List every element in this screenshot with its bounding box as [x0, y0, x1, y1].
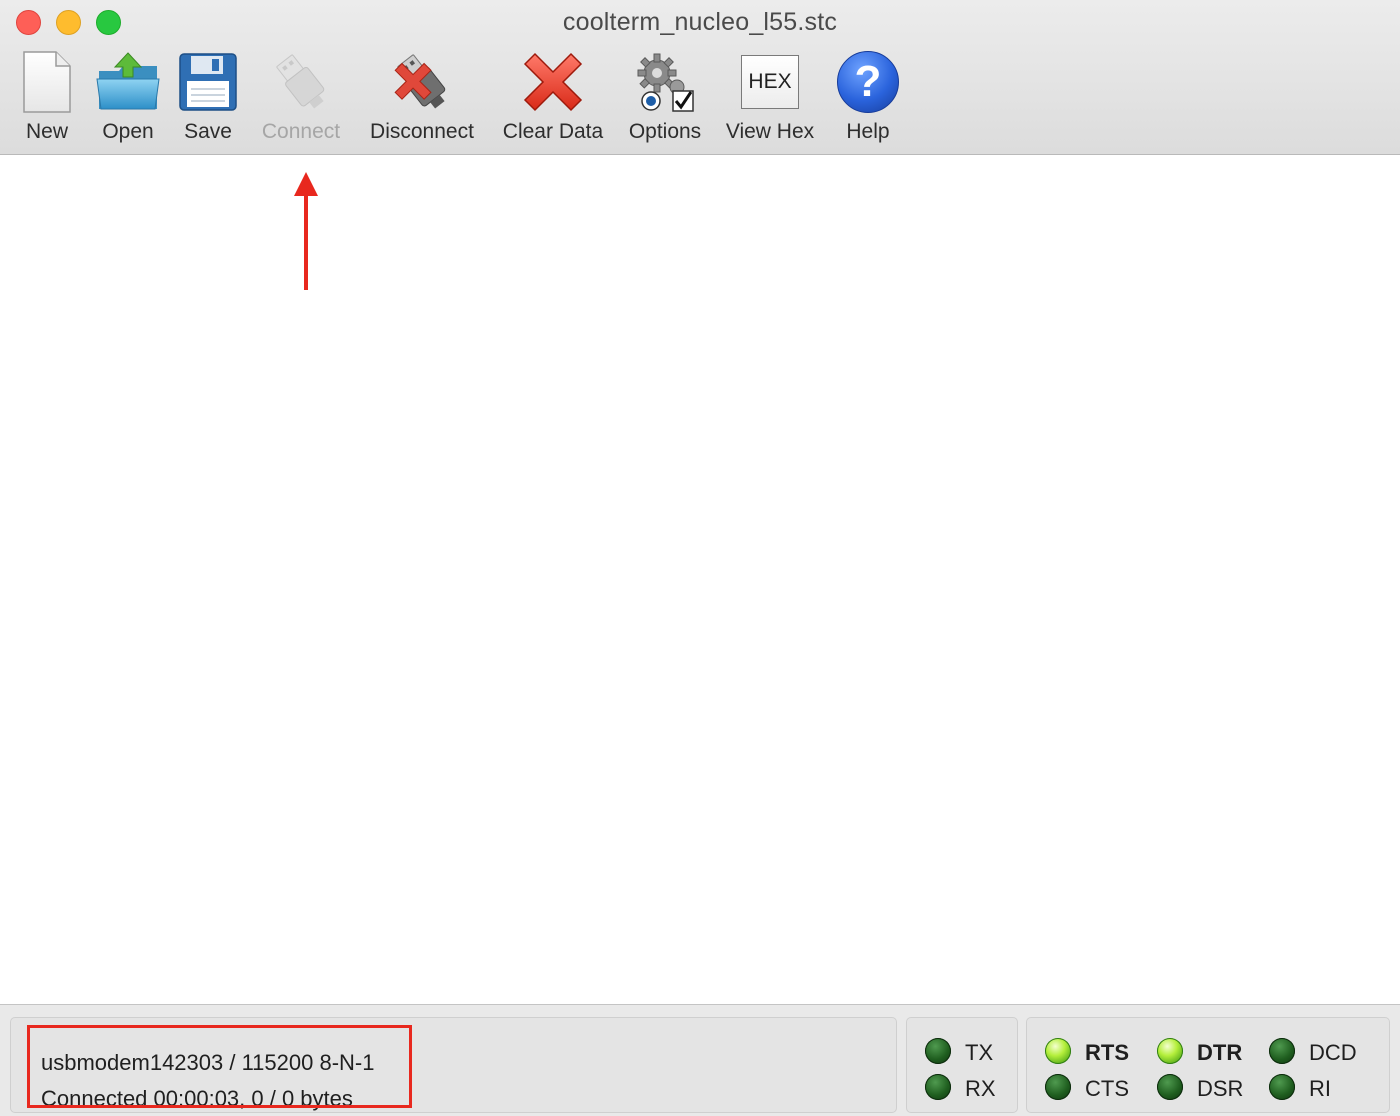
help-button-label: Help [846, 120, 890, 143]
disconnect-button-label: Disconnect [370, 120, 474, 143]
ri-label: RI [1309, 1076, 1331, 1101]
view-hex-button-label: View Hex [725, 120, 815, 143]
dcd-label: DCD [1309, 1040, 1357, 1065]
hex-icon-text: HEX [748, 70, 792, 93]
save-button[interactable]: Save [173, 48, 243, 148]
dsr-label: DSR [1197, 1076, 1244, 1101]
status-bar: usbmodem142303 / 115200 8-N-1 Connected … [0, 1004, 1400, 1116]
help-icon-glyph: ? [854, 57, 882, 106]
view-hex-button[interactable]: HEX View Hex [720, 48, 820, 148]
help-question-icon: ? [837, 51, 899, 113]
line-status-panel: RTS CTS DTR DSR DCD RI [1026, 1017, 1390, 1113]
connect-button-label: Connect [261, 120, 341, 143]
new-button[interactable]: New [12, 48, 82, 148]
cts-led-indicator [1045, 1074, 1071, 1100]
help-button[interactable]: ? Help [833, 48, 903, 148]
rx-led-indicator [925, 1074, 951, 1100]
dsr-led-indicator [1157, 1074, 1183, 1100]
rts-label: RTS [1085, 1040, 1129, 1065]
cts-label: CTS [1085, 1076, 1129, 1101]
tx-rx-indicator-panel: TX RX [906, 1017, 1018, 1113]
options-button-label: Options [628, 120, 702, 143]
save-button-label: Save [184, 120, 232, 143]
clear-data-button-label: Clear Data [502, 120, 604, 143]
disconnect-button[interactable]: Disconnect [362, 48, 482, 148]
ri-led-indicator [1269, 1074, 1295, 1100]
dtr-label: DTR [1197, 1040, 1243, 1065]
usb-plug-icon [276, 54, 325, 109]
clear-data-button[interactable]: Clear Data [497, 48, 609, 148]
new-document-icon [23, 51, 71, 113]
usb-plug-disconnect-icon [394, 54, 446, 109]
rts-led-indicator[interactable] [1045, 1038, 1071, 1064]
open-button-label: Open [102, 120, 154, 143]
red-x-icon [523, 52, 583, 112]
connect-button[interactable]: Connect [254, 48, 348, 148]
tx-label: TX [965, 1040, 994, 1065]
tx-led-indicator [925, 1038, 951, 1064]
annotation-highlight-box [27, 1025, 412, 1108]
floppy-disk-icon [179, 53, 237, 111]
hex-icon: HEX [741, 55, 799, 109]
window-title: coolterm_nucleo_l55.stc [562, 8, 838, 36]
title-toolbar-area: coolterm_nucleo_l55.stc New Open Save Co… [0, 0, 1400, 155]
open-button[interactable]: Open [93, 48, 163, 148]
options-button[interactable]: Options [622, 48, 708, 148]
annotation-arrow [294, 172, 318, 290]
terminal-data-area[interactable] [0, 155, 1400, 1004]
open-folder-icon [96, 52, 160, 110]
dtr-led-indicator[interactable] [1157, 1038, 1183, 1064]
rx-label: RX [965, 1076, 996, 1101]
new-button-label: New [25, 120, 68, 143]
gears-options-icon [637, 53, 694, 112]
dcd-led-indicator [1269, 1038, 1295, 1064]
